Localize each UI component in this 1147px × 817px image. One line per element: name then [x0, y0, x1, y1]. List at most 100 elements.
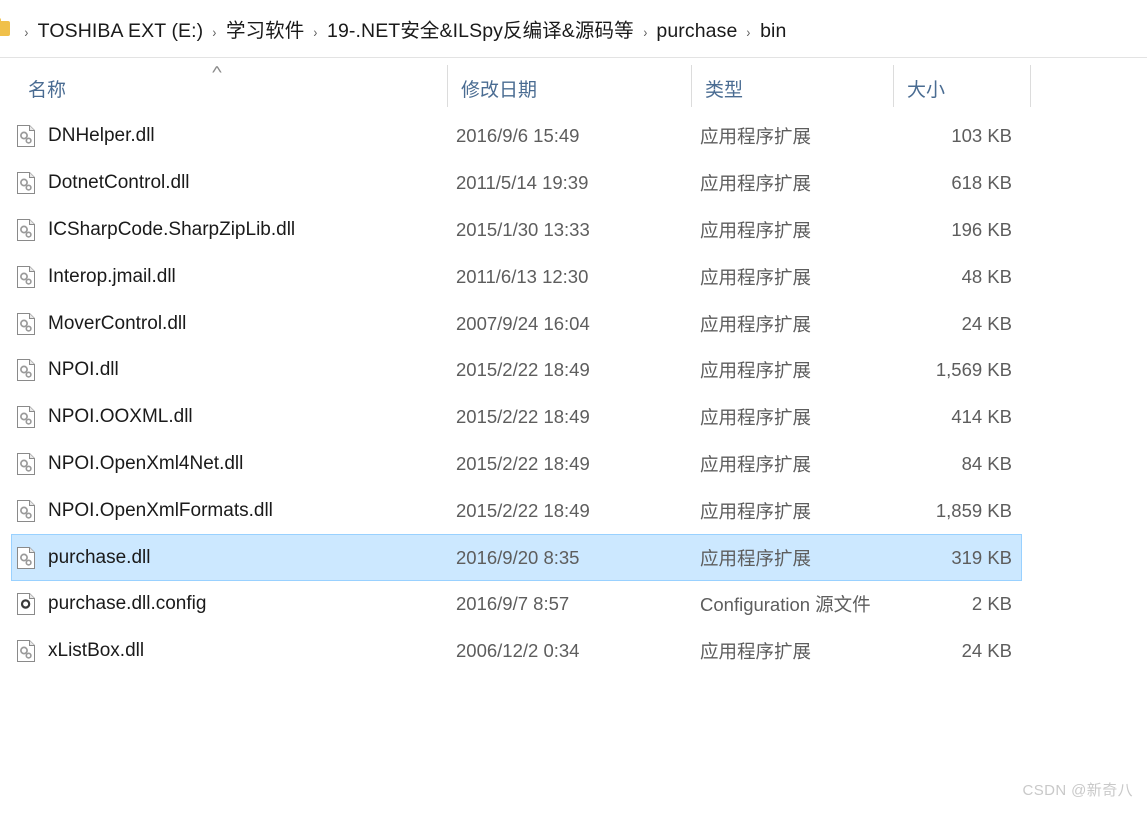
- dll-file-icon: [16, 499, 36, 523]
- dll-file-icon: [16, 405, 36, 429]
- file-row[interactable]: purchase.dll.config 2016/9/7 8:57 Configur…: [0, 581, 1147, 628]
- file-name-label: ICSharpCode.SharpZipLib.dll: [48, 218, 296, 240]
- file-list: DNHelper.dll 2016/9/6 15:49 应用程序扩展 103 KB Do…: [0, 113, 1147, 675]
- breadcrumb: › TOSHIBA EXT (E:) › 学习软件 › 19-.NET安全&ILSpy反编…: [18, 14, 789, 43]
- column-header-name[interactable]: ˄ 名称: [0, 59, 447, 113]
- file-row[interactable]: ICSharpCode.SharpZipLib.dll 2015/1/30 13:…: [0, 207, 1147, 254]
- column-header-date[interactable]: 修改日期: [447, 59, 691, 113]
- file-size-cell: 48 KB: [961, 265, 1012, 287]
- file-row[interactable]: Interop.jmail.dll 2011/6/13 12:30 应用程序扩展 48…: [0, 253, 1147, 300]
- file-type-cell: 应用程序扩展: [700, 266, 812, 288]
- file-name-label: NPOI.OOXML.dll: [48, 406, 193, 428]
- breadcrumb-item-2[interactable]: 学习软件: [223, 18, 307, 44]
- dll-file-icon: [16, 452, 36, 476]
- file-date-cell: 2015/2/22 18:49: [456, 499, 590, 521]
- file-date-cell: 2015/2/22 18:49: [456, 406, 590, 428]
- file-name-label: NPOI.OpenXml4Net.dll: [48, 452, 244, 474]
- file-name-cell[interactable]: purchase.dll: [0, 546, 447, 570]
- file-date-cell: 2011/5/14 19:39: [456, 172, 589, 194]
- dll-file-icon: [16, 546, 36, 570]
- file-name-cell[interactable]: DotnetControl.dll: [0, 171, 447, 195]
- file-type-cell: 应用程序扩展: [700, 126, 812, 148]
- column-header-type[interactable]: 类型: [691, 59, 893, 113]
- file-name-label: DotnetControl.dll: [48, 172, 190, 194]
- file-name-cell[interactable]: NPOI.OOXML.dll: [0, 405, 447, 429]
- file-type-cell: 应用程序扩展: [700, 219, 812, 241]
- file-date-cell: 2007/9/24 16:04: [456, 312, 590, 334]
- file-row[interactable]: purchase.dll 2016/9/20 8:35 应用程序扩展 319 KB: [0, 534, 1147, 581]
- file-row[interactable]: MoverControl.dll 2007/9/24 16:04 应用程序扩展 24 …: [0, 300, 1147, 347]
- file-size-cell: 1,859 KB: [935, 499, 1012, 521]
- breadcrumb-separator: ›: [24, 24, 29, 40]
- breadcrumb-item-1[interactable]: TOSHIBA EXT (E:): [35, 18, 207, 44]
- folder-icon: [0, 18, 10, 36]
- file-row[interactable]: NPOI.OpenXmlFormats.dll 2015/2/22 18:49 应用…: [0, 487, 1147, 534]
- file-date-cell: 2015/2/22 18:49: [456, 452, 590, 474]
- file-date-cell: 2015/2/22 18:49: [456, 359, 590, 381]
- file-name-cell[interactable]: purchase.dll.config: [0, 592, 447, 616]
- file-name-cell[interactable]: DNHelper.dll: [0, 124, 447, 148]
- breadcrumb-separator: ›: [212, 24, 217, 40]
- column-header-type-label: 类型: [705, 79, 744, 101]
- breadcrumb-item-3[interactable]: 19-.NET安全&ILSpy反编译&源码等: [324, 18, 637, 44]
- file-type-cell: 应用程序扩展: [700, 453, 812, 475]
- file-date-cell: 2016/9/20 8:35: [456, 546, 580, 568]
- file-type-cell: 应用程序扩展: [700, 547, 812, 569]
- file-name-label: purchase.dll.config: [48, 593, 207, 615]
- file-type-cell: 应用程序扩展: [700, 500, 812, 522]
- dll-file-icon: [16, 312, 36, 336]
- breadcrumb-bar: › TOSHIBA EXT (E:) › 学习软件 › 19-.NET安全&ILSpy反编…: [0, 0, 1147, 58]
- file-row[interactable]: NPOI.dll 2015/2/22 18:49 应用程序扩展 1,569 KB: [0, 347, 1147, 394]
- file-date-cell: 2016/9/7 8:57: [456, 593, 570, 615]
- column-header-name-label: 名称: [28, 79, 67, 101]
- file-name-cell[interactable]: NPOI.dll: [0, 358, 447, 382]
- file-size-cell: 319 KB: [951, 546, 1012, 568]
- file-row[interactable]: DNHelper.dll 2016/9/6 15:49 应用程序扩展 103 KB: [0, 113, 1147, 160]
- file-name-label: purchase.dll: [48, 546, 151, 568]
- file-size-cell: 196 KB: [951, 218, 1012, 240]
- breadcrumb-item-5[interactable]: bin: [757, 18, 789, 44]
- file-name-cell[interactable]: MoverControl.dll: [0, 312, 447, 336]
- file-name-cell[interactable]: NPOI.OpenXml4Net.dll: [0, 452, 447, 476]
- file-type-cell: 应用程序扩展: [700, 407, 812, 429]
- dll-file-icon: [16, 358, 36, 382]
- file-size-cell: 618 KB: [951, 172, 1012, 194]
- file-name-cell[interactable]: NPOI.OpenXmlFormats.dll: [0, 499, 447, 523]
- file-size-cell: 1,569 KB: [935, 359, 1012, 381]
- file-size-cell: 24 KB: [961, 640, 1012, 662]
- csdn-watermark: CSDN @新奇八: [1022, 782, 1133, 799]
- file-row[interactable]: NPOI.OpenXml4Net.dll 2015/2/22 18:49 应用程序扩…: [0, 441, 1147, 488]
- file-name-cell[interactable]: xListBox.dll: [0, 639, 447, 663]
- file-date-cell: 2006/12/2 0:34: [456, 640, 580, 662]
- dll-file-icon: [16, 639, 36, 663]
- file-name-label: NPOI.dll: [48, 359, 119, 381]
- file-size-cell: 2 KB: [971, 593, 1012, 615]
- dll-file-icon: [16, 265, 36, 289]
- file-date-cell: 2016/9/6 15:49: [456, 125, 580, 147]
- file-name-label: DNHelper.dll: [48, 125, 155, 147]
- config-file-icon: [16, 592, 36, 616]
- file-name-label: Interop.jmail.dll: [48, 265, 176, 287]
- column-header-spacer: [1030, 59, 1147, 113]
- file-row[interactable]: NPOI.OOXML.dll 2015/2/22 18:49 应用程序扩展 414 K…: [0, 394, 1147, 441]
- file-row[interactable]: xListBox.dll 2006/12/2 0:34 应用程序扩展 24 KB: [0, 628, 1147, 675]
- file-name-cell[interactable]: ICSharpCode.SharpZipLib.dll: [0, 218, 447, 242]
- column-header-date-label: 修改日期: [461, 79, 538, 101]
- file-name-label: MoverControl.dll: [48, 312, 187, 334]
- column-header-size-label: 大小: [907, 79, 946, 101]
- sort-ascending-icon: ˄: [211, 62, 223, 77]
- column-header-size[interactable]: 大小: [893, 59, 1030, 113]
- file-date-cell: 2011/6/13 12:30: [456, 265, 589, 287]
- file-name-cell[interactable]: Interop.jmail.dll: [0, 265, 447, 289]
- column-header-row: ˄ 名称 修改日期 类型 大小: [0, 59, 1147, 113]
- file-type-cell: 应用程序扩展: [700, 641, 812, 663]
- file-size-cell: 84 KB: [961, 452, 1012, 474]
- file-name-label: xListBox.dll: [48, 640, 145, 662]
- file-size-cell: 103 KB: [951, 125, 1012, 147]
- file-row[interactable]: DotnetControl.dll 2011/5/14 19:39 应用程序扩展 61…: [0, 160, 1147, 207]
- file-name-label: NPOI.OpenXmlFormats.dll: [48, 499, 273, 521]
- file-size-cell: 24 KB: [961, 312, 1012, 334]
- breadcrumb-item-4[interactable]: purchase: [653, 18, 740, 44]
- file-type-cell: Configuration 源文件: [700, 594, 871, 616]
- file-size-cell: 414 KB: [951, 406, 1012, 428]
